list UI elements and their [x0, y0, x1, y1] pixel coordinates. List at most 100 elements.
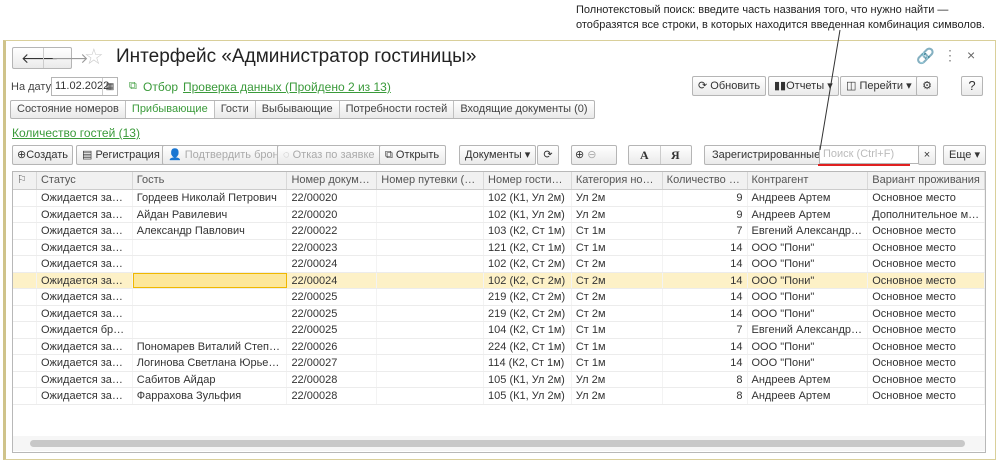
- cell-days[interactable]: 14: [663, 355, 748, 371]
- cell-accommodation[interactable]: Дополнительное мес...: [868, 206, 985, 222]
- cell-guest[interactable]: Фаррахова Зульфия: [133, 388, 288, 404]
- cell-doc-number[interactable]: 22/00028: [287, 388, 378, 404]
- cell-status[interactable]: Ожидается бронь: [37, 322, 133, 338]
- cell-days[interactable]: 9: [663, 206, 748, 222]
- cell-guest[interactable]: [133, 239, 288, 255]
- cell-room[interactable]: 224 (К2, Ст 1м): [484, 338, 572, 354]
- table-row[interactable]: Ожидается заезд Александр Павлович 22/0002…: [13, 223, 985, 240]
- forward-arrow-icon[interactable]: 🡒: [51, 49, 89, 67]
- table-row[interactable]: Ожидается заезд 22/00024 102 (К2, Ст 2м) Ст…: [13, 272, 985, 289]
- cell-days[interactable]: 9: [663, 190, 748, 206]
- flag-icon[interactable]: ⚐: [13, 172, 37, 189]
- cell-status[interactable]: Ожидается заезд: [37, 206, 133, 222]
- cell-guest[interactable]: [133, 322, 288, 338]
- refuse-button[interactable]: ◌ Отказ по заявке: [277, 145, 381, 165]
- cell-days[interactable]: 14: [663, 272, 748, 288]
- cell-days[interactable]: 14: [663, 239, 748, 255]
- table-row[interactable]: Ожидается заезд 22/00025 219 (К2, Ст 2м) Ст…: [13, 289, 985, 306]
- cell-days[interactable]: 7: [663, 322, 748, 338]
- table-row[interactable]: Ожидается заезд Фаррахова Зульфия 22/00028…: [13, 388, 985, 405]
- cell-category[interactable]: Ул 2м: [572, 190, 663, 206]
- cell-status[interactable]: Ожидается заезд: [37, 190, 133, 206]
- help-button[interactable]: ?: [961, 76, 983, 96]
- table-row[interactable]: Ожидается бронь 22/00025 104 (К2, Ст 1м) Ст…: [13, 322, 985, 339]
- cell-voucher[interactable]: [377, 223, 485, 239]
- cell-doc-number[interactable]: 22/00027: [287, 355, 378, 371]
- cell-category[interactable]: Ст 1м: [572, 322, 663, 338]
- cell-status[interactable]: Ожидается заезд: [37, 256, 133, 272]
- cell-room[interactable]: 219 (К2, Ст 2м): [484, 289, 572, 305]
- cell-voucher[interactable]: [377, 239, 485, 255]
- tab-room-status[interactable]: Состояние номеров: [11, 101, 126, 118]
- column-header-category[interactable]: Категория номера: [572, 172, 663, 189]
- cell-room[interactable]: 105 (К1, Ул 2м): [484, 388, 572, 404]
- cell-status[interactable]: Ожидается заезд: [37, 305, 133, 321]
- registered-button[interactable]: Зарегистрированные: [704, 145, 829, 165]
- cell-category[interactable]: Ул 2м: [572, 388, 663, 404]
- cell-voucher[interactable]: [377, 305, 485, 321]
- column-header-guest[interactable]: Гость: [133, 172, 288, 189]
- sort-desc-button[interactable]: Я: [671, 146, 680, 164]
- cell-room[interactable]: 105 (К1, Ул 2м): [484, 371, 572, 387]
- cell-doc-number[interactable]: 22/00022: [287, 223, 378, 239]
- zoom-out-icon[interactable]: ⊖: [587, 149, 596, 161]
- table-row[interactable]: Ожидается заезд Логинова Светлана Юрьевна…: [13, 355, 985, 372]
- cell-doc-number[interactable]: 22/00024: [287, 256, 378, 272]
- cell-doc-number[interactable]: 22/00025: [287, 305, 378, 321]
- cell-status[interactable]: Ожидается заезд: [37, 371, 133, 387]
- tab-departing[interactable]: Выбывающие: [256, 101, 340, 118]
- cell-counterparty[interactable]: Андреев Артем: [748, 388, 869, 404]
- table-row[interactable]: Ожидается заезд Пономарев Виталий Степано…: [13, 338, 985, 355]
- cell-days[interactable]: 14: [663, 256, 748, 272]
- documents-button[interactable]: Документы ▾: [459, 145, 537, 165]
- cell-doc-number[interactable]: 22/00024: [287, 272, 378, 288]
- cell-voucher[interactable]: [377, 256, 485, 272]
- search-input[interactable]: Поиск (Ctrl+F): [819, 145, 919, 164]
- cell-guest[interactable]: Александр Павлович: [133, 223, 288, 239]
- cell-category[interactable]: Ст 1м: [572, 223, 663, 239]
- open-button[interactable]: ⧉ Открыть: [379, 145, 446, 165]
- cell-accommodation[interactable]: Основное место: [868, 289, 985, 305]
- tab-incoming-docs[interactable]: Входящие документы (0): [454, 101, 593, 118]
- cell-category[interactable]: Ст 2м: [572, 256, 663, 272]
- table-row[interactable]: Ожидается заезд 22/00025 219 (К2, Ст 2м) Ст…: [13, 305, 985, 322]
- cell-days[interactable]: 14: [663, 338, 748, 354]
- cell-status[interactable]: Ожидается заезд: [37, 289, 133, 305]
- cell-room[interactable]: 104 (К2, Ст 1м): [484, 322, 572, 338]
- cell-counterparty[interactable]: ООО "Пони": [748, 338, 869, 354]
- cell-voucher[interactable]: [377, 272, 485, 288]
- cell-accommodation[interactable]: Основное место: [868, 190, 985, 206]
- cell-doc-number[interactable]: 22/00026: [287, 338, 378, 354]
- cell-category[interactable]: Ст 1м: [572, 338, 663, 354]
- cell-accommodation[interactable]: Основное место: [868, 338, 985, 354]
- cell-guest[interactable]: Гордеев Николай Петрович: [133, 190, 288, 206]
- cell-accommodation[interactable]: Основное место: [868, 223, 985, 239]
- cell-accommodation[interactable]: Основное место: [868, 256, 985, 272]
- column-header-days[interactable]: Количество дней: [663, 172, 748, 189]
- cell-status[interactable]: Ожидается заезд: [37, 223, 133, 239]
- cell-voucher[interactable]: [377, 371, 485, 387]
- settings-button[interactable]: ⚙: [916, 76, 938, 96]
- cell-room[interactable]: 102 (К2, Ст 2м): [484, 272, 572, 288]
- close-icon[interactable]: ×: [967, 47, 975, 63]
- cell-voucher[interactable]: [377, 338, 485, 354]
- cell-guest[interactable]: [132, 272, 288, 288]
- cell-status[interactable]: Ожидается заезд: [37, 388, 133, 404]
- cell-days[interactable]: 7: [663, 223, 748, 239]
- register-button[interactable]: ▤ Регистрация: [76, 145, 166, 165]
- cell-guest[interactable]: [133, 256, 288, 272]
- cell-category[interactable]: Ул 2м: [572, 206, 663, 222]
- more-vert-icon[interactable]: ⋮: [943, 47, 957, 64]
- cell-guest[interactable]: [133, 305, 288, 321]
- table-row[interactable]: Ожидается заезд Айдан Равилевич 22/00020 10…: [13, 206, 985, 223]
- cell-category[interactable]: Ст 2м: [572, 289, 663, 305]
- guests-count-link[interactable]: Количество гостей (13): [12, 126, 140, 140]
- tab-guest-needs[interactable]: Потребности гостей: [340, 101, 455, 118]
- cell-guest[interactable]: Сабитов Айдар: [133, 371, 288, 387]
- confirm-booking-button[interactable]: 👤 Подтвердить бронь: [162, 145, 291, 165]
- cell-counterparty[interactable]: Евгений Александрович: [748, 322, 869, 338]
- sort-asc-button[interactable]: A: [640, 146, 649, 164]
- tab-arriving[interactable]: Прибывающие: [125, 101, 215, 118]
- cell-days[interactable]: 14: [663, 289, 748, 305]
- cell-room[interactable]: 114 (К2, Ст 1м): [484, 355, 572, 371]
